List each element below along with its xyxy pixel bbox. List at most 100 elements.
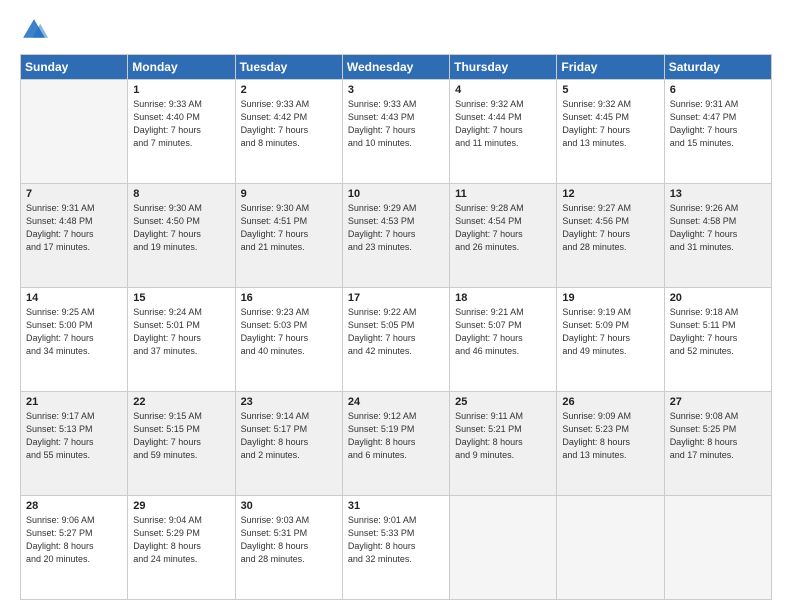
calendar-week-row: 1 Sunrise: 9:33 AM Sunset: 4:40 PM Daylig… <box>21 80 772 184</box>
day-number: 26 <box>562 396 658 408</box>
day-number: 6 <box>670 84 766 96</box>
day-info: Sunrise: 9:03 AM Sunset: 5:31 PM Dayligh… <box>241 514 337 566</box>
day-info: Sunrise: 9:15 AM Sunset: 5:15 PM Dayligh… <box>133 410 229 462</box>
calendar-header-saturday: Saturday <box>664 55 771 80</box>
day-number: 16 <box>241 292 337 304</box>
calendar-cell: 26 Sunrise: 9:09 AM Sunset: 5:23 PM Dayli… <box>557 392 664 496</box>
day-info: Sunrise: 9:22 AM Sunset: 5:05 PM Dayligh… <box>348 306 444 358</box>
day-info: Sunrise: 9:24 AM Sunset: 5:01 PM Dayligh… <box>133 306 229 358</box>
day-number: 13 <box>670 188 766 200</box>
calendar-cell: 23Sunrise: 9:14 AM Sunset: 5:17 PM Dayli… <box>235 392 342 496</box>
day-info: Sunrise: 9:28 AM Sunset: 4:54 PM Dayligh… <box>455 202 551 254</box>
calendar-cell: 6Sunrise: 9:31 AM Sunset: 4:47 PM Daylig… <box>664 80 771 184</box>
day-number: 20 <box>670 292 766 304</box>
day-number: 27 <box>670 396 766 408</box>
day-number: 1 <box>133 84 229 96</box>
calendar-cell: 18Sunrise: 9:21 AM Sunset: 5:07 PM Dayli… <box>450 288 557 392</box>
calendar-header-thursday: Thursday <box>450 55 557 80</box>
calendar-week-row: 7Sunrise: 9:31 AM Sunset: 4:48 PM Daylig… <box>21 184 772 288</box>
day-info: Sunrise: 9:11 AM Sunset: 5:21 PM Dayligh… <box>455 410 551 462</box>
calendar-week-row: 28 Sunrise: 9:06 AM Sunset: 5:27 PM Dayli… <box>21 496 772 600</box>
calendar-cell: 17 Sunrise: 9:22 AM Sunset: 5:05 PM Dayli… <box>342 288 449 392</box>
calendar-header-friday: Friday <box>557 55 664 80</box>
calendar-cell: 1 Sunrise: 9:33 AM Sunset: 4:40 PM Daylig… <box>128 80 235 184</box>
calendar-cell <box>450 496 557 600</box>
calendar-cell: 9 Sunrise: 9:30 AM Sunset: 4:51 PM Daylig… <box>235 184 342 288</box>
calendar-cell: 19Sunrise: 9:19 AM Sunset: 5:09 PM Dayli… <box>557 288 664 392</box>
calendar-cell <box>557 496 664 600</box>
calendar-cell: 16 Sunrise: 9:23 AM Sunset: 5:03 PM Dayli… <box>235 288 342 392</box>
calendar-cell: 10 Sunrise: 9:29 AM Sunset: 4:53 PM Dayli… <box>342 184 449 288</box>
day-info: Sunrise: 9:21 AM Sunset: 5:07 PM Dayligh… <box>455 306 551 358</box>
day-number: 4 <box>455 84 551 96</box>
day-number: 24 <box>348 396 444 408</box>
logo-icon <box>20 16 48 44</box>
calendar-cell: 14 Sunrise: 9:25 AM Sunset: 5:00 PM Dayli… <box>21 288 128 392</box>
day-number: 21 <box>26 396 122 408</box>
calendar-cell: 2 Sunrise: 9:33 AM Sunset: 4:42 PM Daylig… <box>235 80 342 184</box>
day-info: Sunrise: 9:04 AM Sunset: 5:29 PM Dayligh… <box>133 514 229 566</box>
header <box>20 16 772 44</box>
calendar-header-wednesday: Wednesday <box>342 55 449 80</box>
calendar-cell: 24 Sunrise: 9:12 AM Sunset: 5:19 PM Dayli… <box>342 392 449 496</box>
day-info: Sunrise: 9:29 AM Sunset: 4:53 PM Dayligh… <box>348 202 444 254</box>
day-number: 31 <box>348 500 444 512</box>
day-info: Sunrise: 9:30 AM Sunset: 4:50 PM Dayligh… <box>133 202 229 254</box>
day-info: Sunrise: 9:32 AM Sunset: 4:45 PM Dayligh… <box>562 98 658 150</box>
day-number: 22 <box>133 396 229 408</box>
calendar-header-monday: Monday <box>128 55 235 80</box>
day-info: Sunrise: 9:33 AM Sunset: 4:40 PM Dayligh… <box>133 98 229 150</box>
day-number: 25 <box>455 396 551 408</box>
calendar-cell: 12 Sunrise: 9:27 AM Sunset: 4:56 PM Dayli… <box>557 184 664 288</box>
calendar-cell: 7Sunrise: 9:31 AM Sunset: 4:48 PM Daylig… <box>21 184 128 288</box>
day-info: Sunrise: 9:06 AM Sunset: 5:27 PM Dayligh… <box>26 514 122 566</box>
day-info: Sunrise: 9:31 AM Sunset: 4:48 PM Dayligh… <box>26 202 122 254</box>
day-info: Sunrise: 9:23 AM Sunset: 5:03 PM Dayligh… <box>241 306 337 358</box>
calendar-cell: 4Sunrise: 9:32 AM Sunset: 4:44 PM Daylig… <box>450 80 557 184</box>
day-number: 15 <box>133 292 229 304</box>
calendar-cell: 31 Sunrise: 9:01 AM Sunset: 5:33 PM Dayli… <box>342 496 449 600</box>
calendar-cell: 11 Sunrise: 9:28 AM Sunset: 4:54 PM Dayli… <box>450 184 557 288</box>
day-info: Sunrise: 9:14 AM Sunset: 5:17 PM Dayligh… <box>241 410 337 462</box>
day-info: Sunrise: 9:33 AM Sunset: 4:42 PM Dayligh… <box>241 98 337 150</box>
day-info: Sunrise: 9:33 AM Sunset: 4:43 PM Dayligh… <box>348 98 444 150</box>
calendar-cell: 22 Sunrise: 9:15 AM Sunset: 5:15 PM Dayli… <box>128 392 235 496</box>
calendar-cell: 27 Sunrise: 9:08 AM Sunset: 5:25 PM Dayli… <box>664 392 771 496</box>
day-number: 11 <box>455 188 551 200</box>
day-number: 28 <box>26 500 122 512</box>
day-number: 29 <box>133 500 229 512</box>
day-number: 8 <box>133 188 229 200</box>
day-info: Sunrise: 9:19 AM Sunset: 5:09 PM Dayligh… <box>562 306 658 358</box>
day-number: 9 <box>241 188 337 200</box>
day-info: Sunrise: 9:27 AM Sunset: 4:56 PM Dayligh… <box>562 202 658 254</box>
day-number: 5 <box>562 84 658 96</box>
day-number: 3 <box>348 84 444 96</box>
calendar-header-tuesday: Tuesday <box>235 55 342 80</box>
day-number: 30 <box>241 500 337 512</box>
calendar-header-row: SundayMondayTuesdayWednesdayThursdayFrid… <box>21 55 772 80</box>
day-info: Sunrise: 9:17 AM Sunset: 5:13 PM Dayligh… <box>26 410 122 462</box>
calendar-cell: 13 Sunrise: 9:26 AM Sunset: 4:58 PM Dayli… <box>664 184 771 288</box>
day-info: Sunrise: 9:26 AM Sunset: 4:58 PM Dayligh… <box>670 202 766 254</box>
calendar-week-row: 14 Sunrise: 9:25 AM Sunset: 5:00 PM Dayli… <box>21 288 772 392</box>
calendar-cell: 25 Sunrise: 9:11 AM Sunset: 5:21 PM Dayli… <box>450 392 557 496</box>
day-number: 14 <box>26 292 122 304</box>
day-number: 12 <box>562 188 658 200</box>
calendar-cell: 21 Sunrise: 9:17 AM Sunset: 5:13 PM Dayli… <box>21 392 128 496</box>
day-info: Sunrise: 9:25 AM Sunset: 5:00 PM Dayligh… <box>26 306 122 358</box>
day-number: 17 <box>348 292 444 304</box>
day-number: 2 <box>241 84 337 96</box>
calendar-cell: 29 Sunrise: 9:04 AM Sunset: 5:29 PM Dayli… <box>128 496 235 600</box>
day-info: Sunrise: 9:09 AM Sunset: 5:23 PM Dayligh… <box>562 410 658 462</box>
logo <box>20 16 52 44</box>
calendar-cell: 15 Sunrise: 9:24 AM Sunset: 5:01 PM Dayli… <box>128 288 235 392</box>
calendar-header-sunday: Sunday <box>21 55 128 80</box>
day-info: Sunrise: 9:08 AM Sunset: 5:25 PM Dayligh… <box>670 410 766 462</box>
calendar-table: SundayMondayTuesdayWednesdayThursdayFrid… <box>20 54 772 600</box>
day-info: Sunrise: 9:30 AM Sunset: 4:51 PM Dayligh… <box>241 202 337 254</box>
day-info: Sunrise: 9:12 AM Sunset: 5:19 PM Dayligh… <box>348 410 444 462</box>
calendar-cell <box>21 80 128 184</box>
calendar-cell: 28 Sunrise: 9:06 AM Sunset: 5:27 PM Dayli… <box>21 496 128 600</box>
day-info: Sunrise: 9:01 AM Sunset: 5:33 PM Dayligh… <box>348 514 444 566</box>
day-number: 10 <box>348 188 444 200</box>
